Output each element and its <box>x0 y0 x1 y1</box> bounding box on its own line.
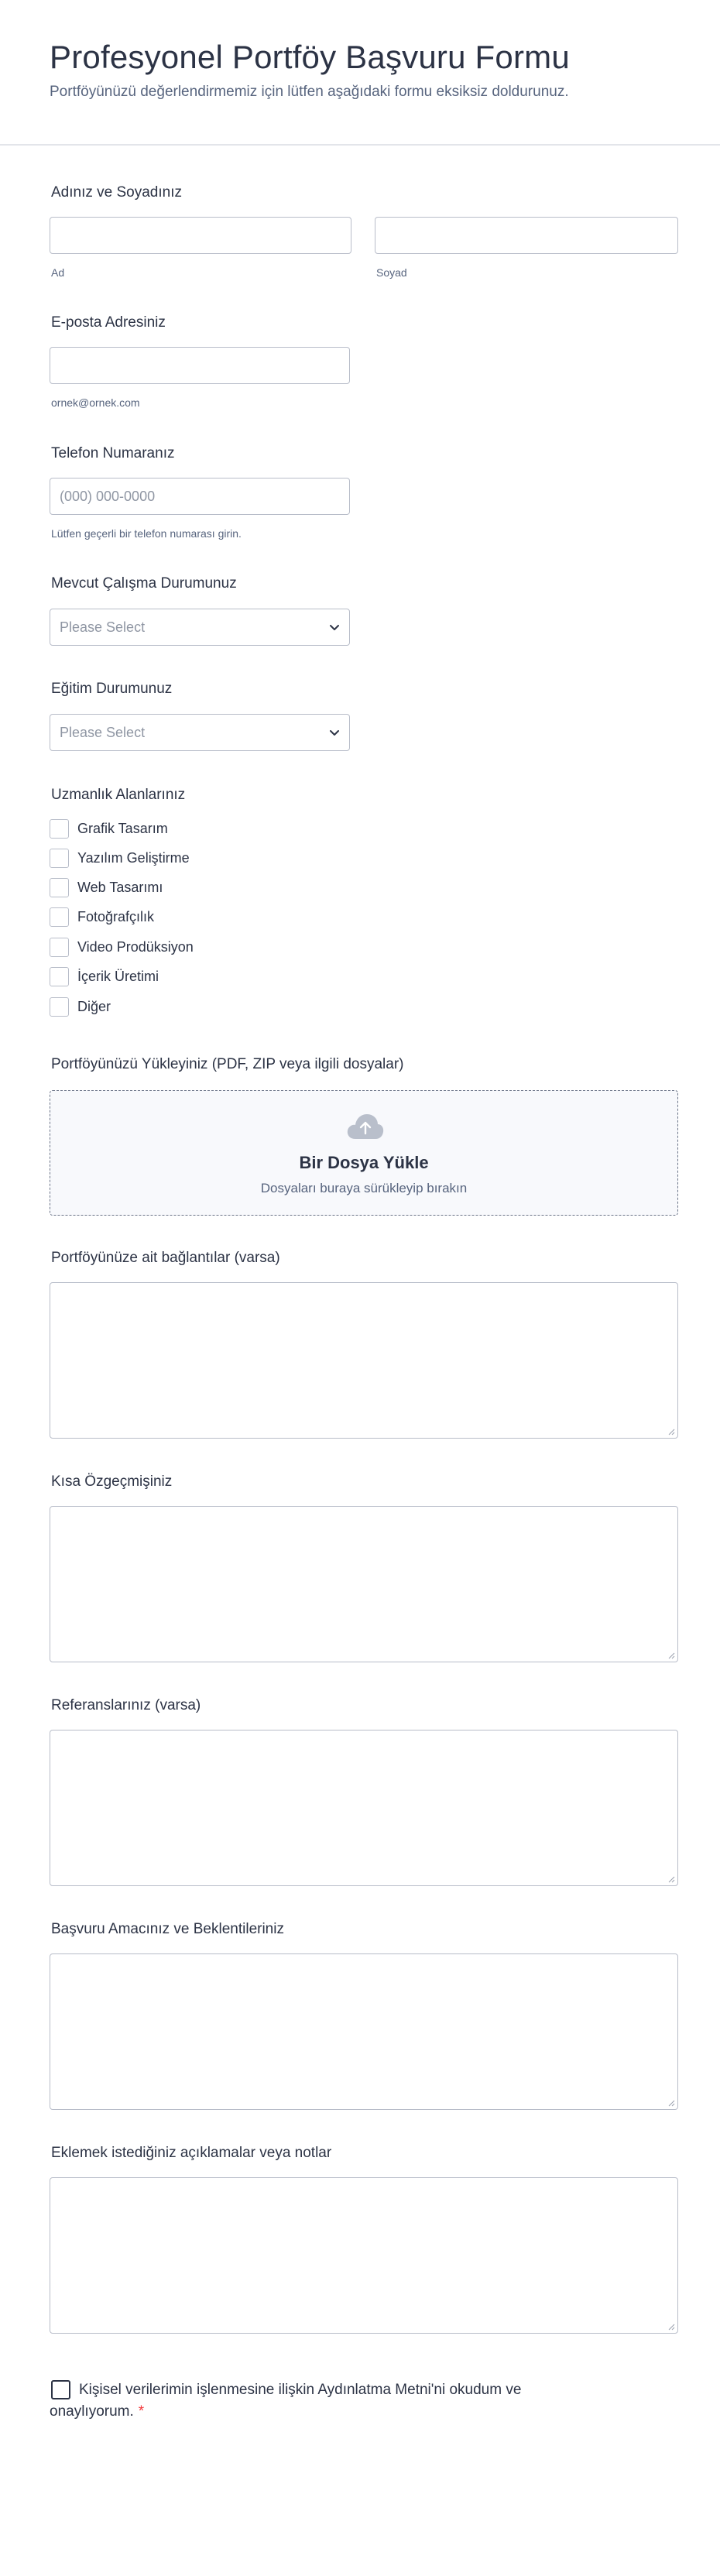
references-label: Referanslarınız (varsa) <box>51 1697 201 1713</box>
checkbox-label: Web Tasarımı <box>77 880 163 895</box>
purpose-textarea[interactable] <box>50 1953 678 2110</box>
phone-input[interactable]: (000) 000-0000 <box>50 478 350 515</box>
first-name-input[interactable] <box>50 217 351 254</box>
upload-label: Portföyünüzü Yükleyiniz (PDF, ZIP veya i… <box>51 1056 404 1072</box>
resize-grip-icon[interactable] <box>667 1652 675 1659</box>
checkbox[interactable] <box>50 878 69 897</box>
notes-label: Eklemek istediğiniz açıklamalar veya not… <box>51 2145 332 2161</box>
resize-grip-icon[interactable] <box>667 1428 675 1435</box>
form-subtitle: Portföyünüzü değerlendirmemiz için lütfe… <box>50 84 569 100</box>
checkbox-label: Grafik Tasarım <box>77 821 168 836</box>
chevron-down-icon <box>330 625 339 630</box>
education-label: Eğitim Durumunuz <box>51 681 173 697</box>
checkbox-label: Video Prodüksiyon <box>77 939 194 955</box>
expertise-label: Uzmanlık Alanlarınız <box>51 787 186 803</box>
references-textarea[interactable] <box>50 1730 678 1886</box>
file-upload-dropzone[interactable]: Bir Dosya Yükle Dosyaları buraya sürükle… <box>50 1090 678 1216</box>
resize-grip-icon[interactable] <box>667 2099 675 2107</box>
consent-label: Kişisel verilerimin işlenmesine ilişkin … <box>50 2382 522 2420</box>
last-name-sublabel: Soyad <box>376 266 407 279</box>
checkbox-label: Diğer <box>77 999 111 1014</box>
email-input[interactable] <box>50 347 350 384</box>
form-title: Profesyonel Portföy Başvuru Formu <box>50 39 570 75</box>
employment-placeholder: Please Select <box>60 619 146 635</box>
cv-textarea[interactable] <box>50 1506 678 1662</box>
employment-select[interactable]: Please Select <box>50 609 350 646</box>
upload-subtitle: Dosyaları buraya sürükleyip bırakın <box>260 1181 468 1195</box>
phone-label: Telefon Numaranız <box>51 445 175 461</box>
education-placeholder: Please Select <box>60 725 146 740</box>
last-name-input[interactable] <box>375 217 678 254</box>
checkbox-label: İçerik Üretimi <box>77 969 159 984</box>
education-select[interactable]: Please Select <box>50 714 350 751</box>
upload-title: Bir Dosya Yükle <box>299 1153 429 1172</box>
links-label: Portföyünüze ait bağlantılar (varsa) <box>51 1250 280 1266</box>
checkbox[interactable] <box>50 938 69 957</box>
required-mark: * <box>138 2403 145 2420</box>
checkbox-label: Yazılım Geliştirme <box>77 850 190 866</box>
email-sublabel: ornek@ornek.com <box>51 396 140 409</box>
links-textarea[interactable] <box>50 1282 678 1439</box>
checkbox[interactable] <box>50 907 69 927</box>
phone-sublabel: Lütfen geçerli bir telefon numarası giri… <box>51 527 242 540</box>
first-name-sublabel: Ad <box>51 266 65 279</box>
phone-placeholder: (000) 000-0000 <box>60 489 156 504</box>
checkbox[interactable] <box>50 967 69 986</box>
checkbox-label: Fotoğrafçılık <box>77 909 155 924</box>
consent-text: Kişisel verilerimin işlenmesine ilişkin … <box>50 2379 584 2423</box>
cv-label: Kısa Özgeçmişiniz <box>51 1473 173 1490</box>
notes-textarea[interactable] <box>50 2177 678 2334</box>
purpose-label: Başvuru Amacınız ve Beklentileriniz <box>51 1921 284 1937</box>
form-header: Profesyonel Portföy Başvuru Formu Portfö… <box>0 0 720 146</box>
resize-grip-icon[interactable] <box>667 2323 675 2331</box>
checkbox[interactable] <box>50 819 69 839</box>
cloud-upload-icon <box>347 1114 384 1139</box>
resize-grip-icon[interactable] <box>667 1875 675 1883</box>
chevron-down-icon <box>330 730 339 736</box>
checkbox[interactable] <box>50 849 69 868</box>
name-label: Adınız ve Soyadınız <box>51 184 182 201</box>
email-label: E-posta Adresiniz <box>51 314 166 331</box>
employment-label: Mevcut Çalışma Durumunuz <box>51 575 237 592</box>
checkbox[interactable] <box>50 997 69 1017</box>
